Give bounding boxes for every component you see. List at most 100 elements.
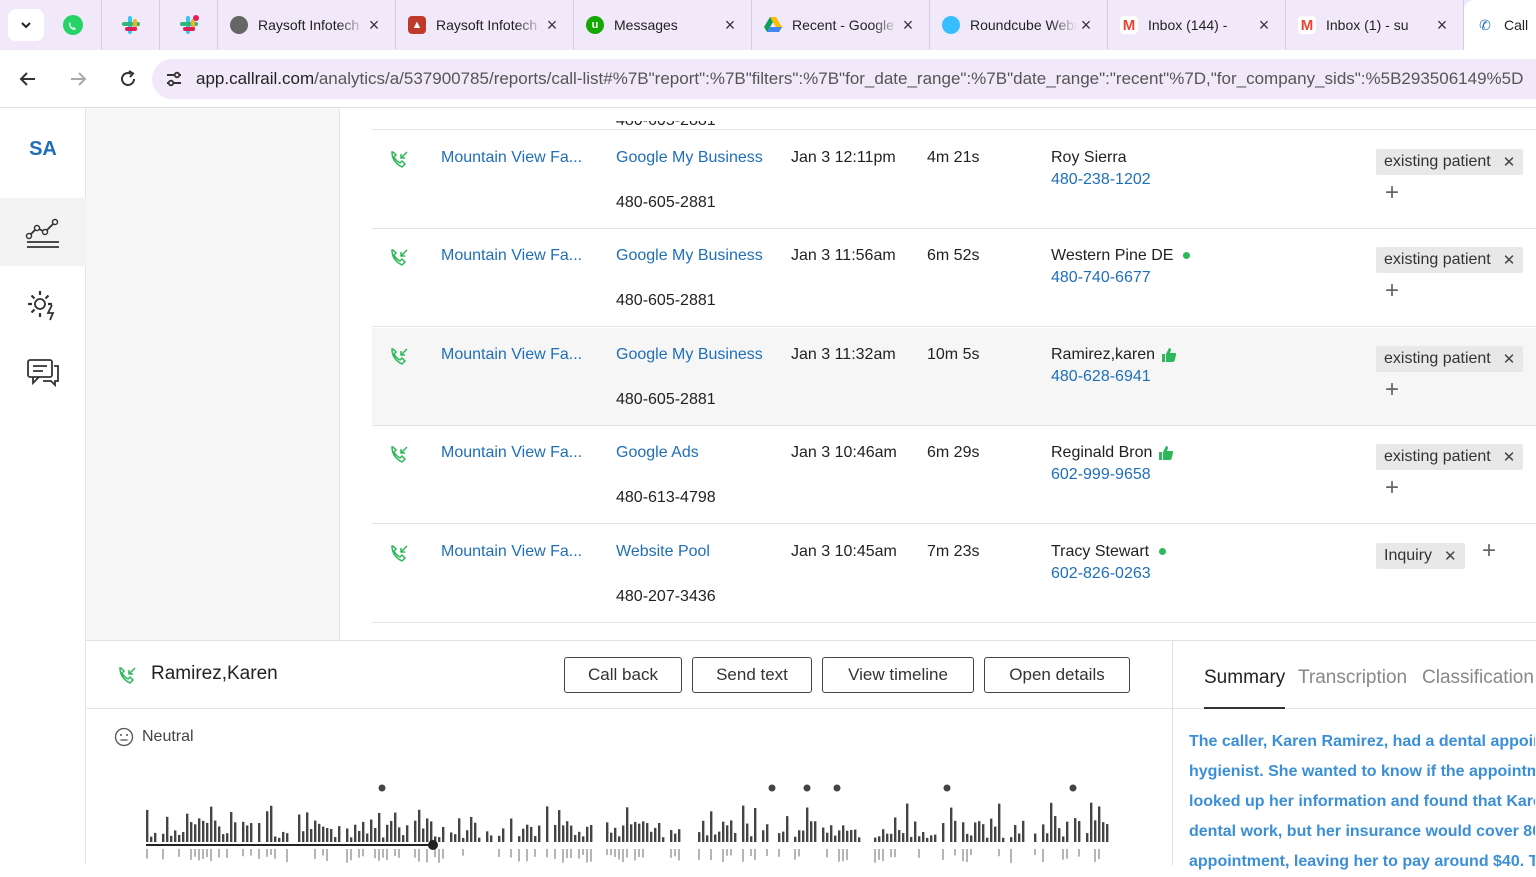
waveform-bar	[234, 822, 237, 842]
tab-gmail-2[interactable]: M Inbox (1) - su ×	[1286, 0, 1464, 50]
site-settings-icon[interactable]	[164, 69, 184, 89]
company-link[interactable]: Mountain View Fa...	[441, 543, 582, 561]
waveform-bar	[886, 833, 889, 842]
source-link[interactable]: Google My Business	[616, 247, 763, 265]
company-link[interactable]: Mountain View Fa...	[441, 149, 582, 167]
tab-search-button[interactable]	[8, 9, 44, 41]
pinned-tab-whatsapp[interactable]	[44, 0, 102, 50]
add-tag-button[interactable]: +	[1385, 474, 1399, 502]
waveform-bar	[474, 822, 477, 842]
waveform-bar	[642, 821, 645, 842]
waveform-marker[interactable]	[768, 784, 776, 792]
waveform-bar	[810, 821, 813, 842]
waveform-bar	[1046, 833, 1049, 842]
back-button[interactable]	[6, 57, 50, 101]
source-link[interactable]: Google Ads	[616, 444, 699, 462]
close-icon[interactable]: ×	[1077, 15, 1095, 36]
add-tag-button[interactable]: +	[1385, 277, 1399, 305]
tab-raysoft-2[interactable]: ▲ Raysoft Infotech ×	[396, 0, 574, 50]
waveform-bar	[746, 823, 749, 842]
waveform-bar	[330, 828, 333, 842]
waveform-bar	[654, 827, 657, 842]
tab-callrail-active[interactable]: ✆ Call	[1464, 0, 1536, 50]
caller-phone-link[interactable]: 602-999-9658	[1051, 466, 1151, 484]
tab-transcription[interactable]: Transcription	[1298, 667, 1407, 689]
close-icon[interactable]: ×	[543, 15, 561, 36]
add-tag-button[interactable]: +	[1385, 376, 1399, 404]
waveform-bar	[1050, 802, 1053, 842]
tab-classification[interactable]: Classification	[1422, 667, 1534, 689]
close-icon[interactable]: ×	[721, 15, 739, 36]
tab-google-drive[interactable]: Recent - Google Drive ×	[752, 0, 930, 50]
table-row[interactable]: Mountain View Fa... Google My Business 480…	[372, 328, 1536, 426]
pinned-tab-slack-2[interactable]	[160, 0, 218, 50]
waveform-bar-lower	[418, 849, 420, 862]
waveform-bar	[502, 828, 505, 842]
close-icon[interactable]: ×	[365, 15, 383, 36]
tab-summary[interactable]: Summary	[1204, 667, 1286, 709]
waveform-bar	[438, 837, 441, 842]
waveform-bar-lower	[374, 849, 376, 859]
company-link[interactable]: Mountain View Fa...	[441, 247, 582, 265]
waveform-bar-lower	[250, 849, 252, 856]
table-row[interactable]: Mountain View Fa... Google My Business 480…	[372, 131, 1536, 229]
table-row[interactable]: Mountain View Fa... Google Ads 480-613-479…	[372, 426, 1536, 524]
sidebar-item-analytics[interactable]	[0, 198, 86, 266]
call-back-button[interactable]: Call back	[564, 657, 682, 693]
source-link[interactable]: Google My Business	[616, 149, 763, 167]
tab-raysoft-1[interactable]: Raysoft Infotech ×	[218, 0, 396, 50]
caller-phone-link[interactable]: 480-740-6677	[1051, 269, 1151, 287]
account-logo[interactable]: SA	[0, 138, 86, 161]
close-icon[interactable]: ×	[899, 15, 917, 36]
send-text-button[interactable]: Send text	[692, 657, 812, 693]
waveform-bar	[1074, 818, 1077, 842]
company-link[interactable]: Mountain View Fa...	[441, 444, 582, 462]
close-icon[interactable]: ×	[1433, 15, 1451, 36]
sidebar-item-automation[interactable]	[0, 270, 86, 338]
status-dot	[1183, 252, 1191, 260]
waveform-marker[interactable]	[803, 784, 811, 792]
remove-tag-icon[interactable]: ✕	[1503, 350, 1516, 368]
waveform-bar-lower	[742, 849, 744, 862]
tab-messages[interactable]: u Messages ×	[574, 0, 752, 50]
waveform-marker[interactable]	[833, 784, 841, 792]
table-row[interactable]: Mountain View Fa... Google My Business 480…	[372, 229, 1536, 327]
pinned-tab-slack[interactable]	[102, 0, 160, 50]
close-icon[interactable]: ×	[1255, 15, 1273, 36]
waveform-marker[interactable]	[1069, 784, 1077, 792]
playhead-handle[interactable]	[428, 840, 438, 850]
caller-phone-link[interactable]: 602-826-0263	[1051, 565, 1151, 583]
add-tag-button[interactable]: +	[1482, 537, 1496, 565]
waveform-bar	[174, 830, 177, 842]
tab-gmail-1[interactable]: M Inbox (144) - ×	[1108, 0, 1286, 50]
source-link[interactable]: Website Pool	[616, 543, 710, 561]
waveform-bar-lower	[970, 849, 972, 856]
upwork-icon: u	[586, 16, 604, 34]
view-timeline-button[interactable]: View timeline	[822, 657, 974, 693]
forward-button[interactable]	[56, 57, 100, 101]
remove-tag-icon[interactable]: ✕	[1444, 547, 1457, 565]
tab-roundcube[interactable]: Roundcube Webmail ×	[930, 0, 1108, 50]
table-row[interactable]: Mountain View Fa... Website Pool 480-207-3…	[372, 525, 1536, 623]
company-link[interactable]: Mountain View Fa...	[441, 346, 582, 364]
waveform-bar	[526, 824, 529, 842]
source-link[interactable]: Google My Business	[616, 346, 763, 364]
url-bar[interactable]: app.callrail.com/analytics/a/537900785/r…	[152, 59, 1536, 99]
open-details-button[interactable]: Open details	[984, 657, 1130, 693]
caller-phone-link[interactable]: 480-238-1202	[1051, 171, 1151, 189]
audio-waveform[interactable]	[146, 781, 1110, 865]
waveform-bar	[414, 820, 417, 842]
add-tag-button[interactable]: +	[1385, 179, 1399, 207]
reload-button[interactable]	[106, 57, 150, 101]
caller-phone-link[interactable]: 480-628-6941	[1051, 368, 1151, 386]
waveform-bar	[674, 833, 677, 842]
remove-tag-icon[interactable]: ✕	[1503, 153, 1516, 171]
waveform-marker[interactable]	[943, 784, 951, 792]
remove-tag-icon[interactable]: ✕	[1503, 251, 1516, 269]
table-row-partial: 480-605-2881	[372, 108, 1536, 130]
remove-tag-icon[interactable]: ✕	[1503, 448, 1516, 466]
waveform-marker[interactable]	[378, 784, 386, 792]
summary-line: dental work, but her insurance would cov…	[1189, 823, 1535, 840]
sidebar-item-conversations[interactable]	[0, 338, 86, 406]
tab-title: Messages	[614, 17, 678, 33]
